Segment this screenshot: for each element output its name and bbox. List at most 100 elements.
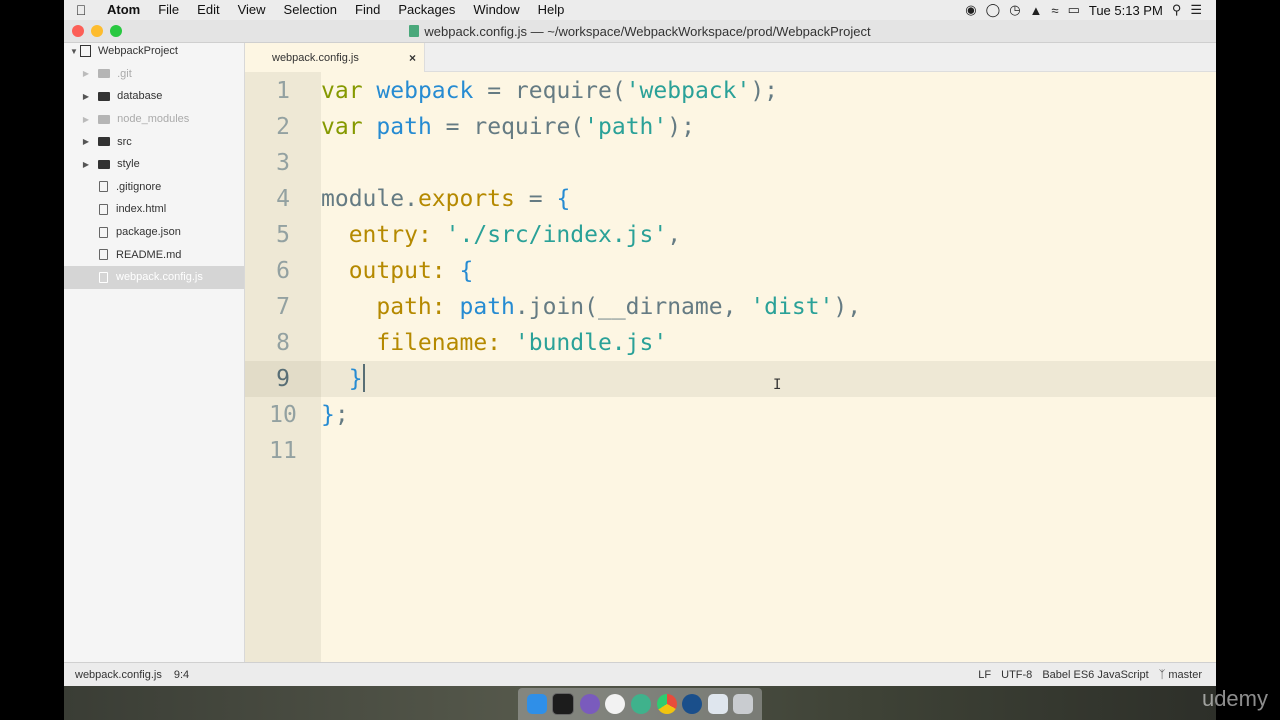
- status-encoding[interactable]: UTF-8: [1001, 669, 1032, 681]
- menu-file[interactable]: File: [149, 0, 188, 20]
- tree-item-label: README.md: [116, 248, 182, 261]
- time-machine-icon[interactable]: ◷: [1009, 2, 1020, 18]
- drive-icon[interactable]: ▲: [1030, 3, 1043, 18]
- tree-item-label: .gitignore: [116, 180, 162, 193]
- code-line[interactable]: path: path.join(__dirname, 'dist'),: [321, 289, 1216, 325]
- documents-icon[interactable]: [707, 694, 728, 714]
- line-number: 11: [269, 438, 297, 464]
- repo-icon: [80, 45, 91, 58]
- close-icon[interactable]: ×: [409, 51, 416, 65]
- battery-icon[interactable]: ▭: [1068, 2, 1080, 18]
- tree-item-package-json[interactable]: package.json: [64, 221, 244, 244]
- status-line-ending[interactable]: LF: [978, 669, 991, 681]
- terminal-icon[interactable]: [552, 693, 575, 715]
- folder-icon: [98, 137, 111, 147]
- file-icon: [99, 226, 108, 238]
- chevron-right-icon: ▶: [82, 69, 90, 79]
- tree-item-label: index.html: [116, 203, 167, 216]
- notification-center-icon[interactable]: ☰: [1190, 2, 1202, 18]
- code-line[interactable]: var path = require('path');: [321, 109, 1216, 145]
- folder-icon: [98, 69, 111, 79]
- smiley-app-icon[interactable]: [605, 694, 626, 714]
- tree-item-label: node_modules: [117, 113, 190, 126]
- tree-item-style[interactable]: ▶ style: [64, 153, 244, 176]
- close-window-button[interactable]: [72, 25, 84, 37]
- tree-item-label: database: [117, 90, 163, 103]
- quicktime-icon[interactable]: [682, 694, 703, 714]
- menu-packages[interactable]: Packages: [389, 0, 464, 20]
- menu-view[interactable]: View: [229, 0, 275, 20]
- menu-atom[interactable]: Atom: [98, 0, 149, 20]
- status-file-path[interactable]: webpack.config.js: [75, 669, 162, 681]
- menu-clock[interactable]: Tue 5:13 PM: [1089, 3, 1163, 18]
- file-icon: [99, 203, 108, 215]
- code-line[interactable]: entry: './src/index.js',: [321, 217, 1216, 253]
- tree-root[interactable]: ▼ WebpackProject: [64, 40, 244, 63]
- spotlight-search-icon[interactable]: ⚲: [1172, 2, 1182, 18]
- code-line[interactable]: module.exports = {: [321, 181, 1216, 217]
- line-number: 7: [276, 294, 290, 320]
- code-editor[interactable]: 1 2 3 4 5 6 7 8 9 10 11 var webpack = re…: [245, 72, 1216, 662]
- tree-item-git[interactable]: ▶ .git: [64, 63, 244, 86]
- line-number-current: 9: [245, 361, 321, 397]
- project-tree: ▼ WebpackProject ▶ .git ▶ database ▶ nod…: [64, 43, 245, 662]
- tree-item-database[interactable]: ▶ database: [64, 85, 244, 108]
- window-controls: [72, 25, 122, 37]
- document-icon: [409, 25, 420, 37]
- menu-edit[interactable]: Edit: [188, 0, 228, 20]
- status-bar: webpack.config.js 9:4 LF UTF-8 Babel ES6…: [64, 662, 1216, 687]
- status-cursor-position[interactable]: 9:4: [174, 669, 189, 681]
- code-line[interactable]: };: [321, 397, 1216, 433]
- code-line[interactable]: output: {: [321, 253, 1216, 289]
- menu-find[interactable]: Find: [346, 0, 389, 20]
- tree-item-label: webpack.config.js: [116, 271, 203, 284]
- finder-icon[interactable]: [526, 694, 547, 714]
- tree-item-webpack-config[interactable]: webpack.config.js: [64, 265, 244, 289]
- tab-bar: webpack.config.js ×: [245, 43, 1216, 72]
- apple-icon[interactable]: : [64, 2, 98, 18]
- menu-window[interactable]: Window: [464, 0, 528, 20]
- tab-webpack-config[interactable]: webpack.config.js ×: [245, 43, 425, 72]
- dock: [518, 688, 762, 720]
- folder-icon: [98, 114, 111, 124]
- menu-extras: ◉ ◯ ◷ ▲ ≈ ▭ Tue 5:13 PM ⚲ ☰: [965, 2, 1216, 18]
- watermark: udemy: [1201, 686, 1268, 711]
- chevron-right-icon: ▶: [82, 159, 90, 169]
- status-grammar[interactable]: Babel ES6 JavaScript: [1042, 669, 1148, 681]
- line-number: 1: [276, 78, 290, 104]
- status-branch-label: master: [1168, 669, 1202, 681]
- tree-item-label: style: [117, 158, 140, 171]
- status-git-branch[interactable]: ᛉ master: [1159, 669, 1202, 681]
- code-line[interactable]: filename: 'bundle.js': [321, 325, 1216, 361]
- tree-item-label: package.json: [116, 226, 181, 239]
- line-number: 8: [276, 330, 290, 356]
- line-number: 6: [276, 258, 290, 284]
- line-number: 3: [276, 150, 290, 176]
- branch-icon: ᛉ: [1158, 669, 1166, 681]
- tree-item-readme[interactable]: README.md: [64, 243, 244, 266]
- tree-item-node-modules[interactable]: ▶ node_modules: [64, 108, 244, 131]
- wifi-icon[interactable]: ≈: [1051, 3, 1058, 18]
- code-line[interactable]: [321, 433, 1216, 469]
- tree-item-src[interactable]: ▶ src: [64, 130, 244, 153]
- app-icon[interactable]: [630, 694, 651, 714]
- tree-item-index-html[interactable]: index.html: [64, 198, 244, 221]
- tree-item-gitignore[interactable]: .gitignore: [64, 176, 244, 199]
- minimize-window-button[interactable]: [91, 25, 103, 37]
- chevron-right-icon: ▶: [82, 91, 90, 101]
- atom-icon[interactable]: [579, 694, 600, 714]
- code-line[interactable]: var webpack = require('webpack');: [321, 73, 1216, 109]
- chevron-right-icon: ▶: [82, 137, 90, 147]
- menu-selection[interactable]: Selection: [275, 0, 346, 20]
- record-icon[interactable]: ◉: [965, 2, 976, 18]
- line-number: 4: [276, 186, 290, 212]
- chrome-icon[interactable]: [656, 694, 677, 714]
- trash-icon[interactable]: [733, 694, 754, 714]
- code-line[interactable]: [321, 145, 1216, 181]
- tree-item-label: .git: [117, 67, 132, 80]
- tree-root-label: WebpackProject: [98, 45, 178, 58]
- glasses-icon[interactable]: ◯: [986, 2, 1001, 18]
- code-line-current[interactable]: }: [321, 361, 1216, 397]
- menu-help[interactable]: Help: [529, 0, 574, 20]
- zoom-window-button[interactable]: [110, 25, 122, 37]
